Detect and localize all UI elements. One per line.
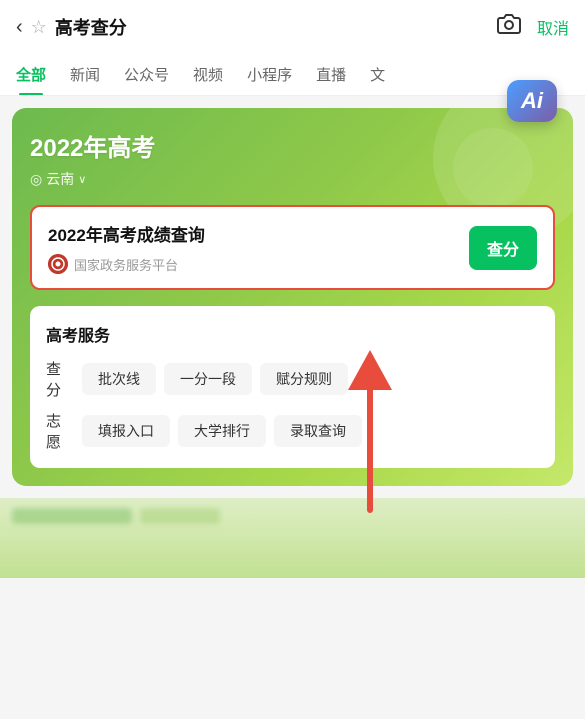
result-source: 国家政务服务平台: [48, 254, 457, 274]
content-area: 2022年高考 ◎ 云南 ∨ 2022年高考成绩查询 国家政务服务平: [0, 96, 585, 498]
top-bar-left: ‹ ☆ 高考查分: [16, 14, 127, 40]
ai-badge-area: Ai: [507, 80, 557, 122]
tab-article[interactable]: 文: [358, 54, 397, 96]
tab-news[interactable]: 新闻: [58, 54, 112, 96]
source-logo-icon: [48, 254, 68, 274]
chevron-down-icon: ∨: [78, 173, 86, 186]
tab-official[interactable]: 公众号: [112, 54, 181, 96]
tab-live[interactable]: 直播: [304, 54, 358, 96]
blur-placeholder-2: [140, 508, 220, 524]
service-tag-pici[interactable]: 批次线: [82, 363, 156, 395]
card-location[interactable]: ◎ 云南 ∨: [30, 169, 555, 189]
query-button[interactable]: 查分: [469, 226, 537, 270]
cancel-button[interactable]: 取消: [537, 15, 569, 39]
service-tag-tianbao[interactable]: 填报入口: [82, 415, 170, 447]
location-text: 云南: [46, 169, 74, 189]
service-tags-row1: 批次线 一分一段 赋分规则: [82, 363, 348, 395]
service-label-chafan: 查分: [46, 358, 74, 400]
service-tag-fufen[interactable]: 赋分规则: [260, 363, 348, 395]
services-title: 高考服务: [46, 322, 539, 346]
page-title: 高考查分: [55, 14, 127, 40]
result-box-left: 2022年高考成绩查询 国家政务服务平台: [48, 221, 457, 274]
bottom-blur-area: [0, 498, 585, 578]
tab-bar: 全部 新闻 公众号 视频 小程序 直播 文: [0, 54, 585, 96]
location-pin-icon: ◎: [30, 171, 42, 188]
services-row-1: 查分 批次线 一分一段 赋分规则: [46, 358, 539, 400]
services-row-2: 志愿 填报入口 大学排行 录取查询: [46, 410, 539, 452]
card-year: 2022年高考: [30, 128, 555, 163]
bottom-content: [0, 498, 585, 534]
star-icon[interactable]: ☆: [31, 17, 47, 38]
result-title: 2022年高考成绩查询: [48, 221, 457, 246]
service-tags-row2: 填报入口 大学排行 录取查询: [82, 415, 362, 447]
blur-placeholder-1: [12, 508, 132, 524]
ai-badge[interactable]: Ai: [507, 80, 557, 122]
result-box: 2022年高考成绩查询 国家政务服务平台 查分: [30, 205, 555, 290]
tab-all[interactable]: 全部: [4, 54, 58, 96]
tab-video[interactable]: 视频: [181, 54, 235, 96]
tab-mini[interactable]: 小程序: [235, 54, 304, 96]
top-bar-right: 取消: [497, 12, 569, 42]
service-label-zhiyuan: 志愿: [46, 410, 74, 452]
service-tag-daxue[interactable]: 大学排行: [178, 415, 266, 447]
green-card: 2022年高考 ◎ 云南 ∨ 2022年高考成绩查询 国家政务服务平: [12, 108, 573, 486]
camera-icon[interactable]: [497, 12, 521, 42]
service-tag-yifen[interactable]: 一分一段: [164, 363, 252, 395]
service-tag-luqu[interactable]: 录取查询: [274, 415, 362, 447]
services-section: 高考服务 查分 批次线 一分一段 赋分规则 志愿 填报入口 大学排: [30, 306, 555, 468]
source-name: 国家政务服务平台: [74, 255, 178, 274]
back-button[interactable]: ‹: [16, 16, 23, 39]
services-grid: 查分 批次线 一分一段 赋分规则 志愿 填报入口 大学排行 录取查询: [46, 358, 539, 452]
top-bar: ‹ ☆ 高考查分 取消: [0, 0, 585, 54]
